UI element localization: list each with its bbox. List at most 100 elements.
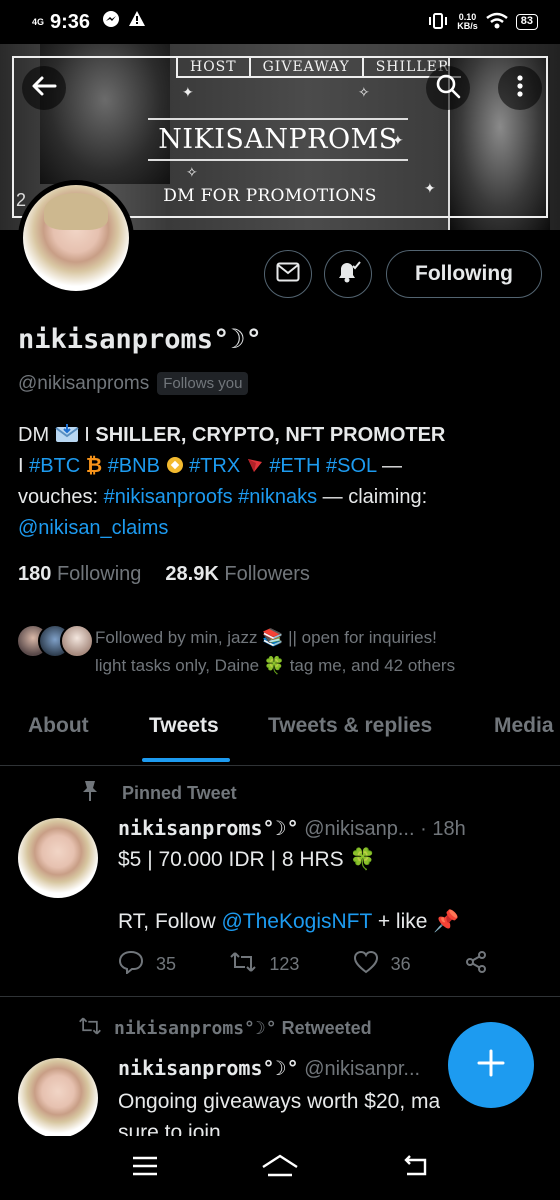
mention-link[interactable]: @TheKogisNFT	[221, 910, 371, 933]
sparkle-icon: ✧	[186, 164, 198, 180]
tab-about[interactable]: About	[28, 700, 89, 752]
reply-icon	[118, 950, 144, 979]
following-button[interactable]: Following	[386, 250, 542, 298]
home-button[interactable]	[260, 1153, 300, 1184]
like-count: 36	[390, 954, 411, 974]
envelope-emoji-icon	[55, 424, 85, 446]
tab-tweets[interactable]: Tweets	[149, 700, 219, 752]
tweet-text: $5 | 70.000 IDR | 8 HRS 🍀 RT, Follow @Th…	[118, 844, 459, 937]
handle-row: @nikisanproms Follows you	[18, 372, 249, 395]
share-button[interactable]	[464, 950, 488, 979]
bio-dash: —	[381, 455, 402, 477]
back-button[interactable]	[22, 66, 66, 110]
followers-stat[interactable]: 28.9K Followers	[165, 563, 310, 586]
banner-title: NIKISANPROMS	[148, 118, 408, 161]
following-label: Following	[56, 563, 142, 585]
search-button[interactable]	[426, 66, 470, 110]
banner-tab-giveaway: GIVEAWAY	[248, 56, 362, 76]
message-button[interactable]	[264, 250, 312, 298]
hashtag-btc[interactable]: #BTC	[29, 455, 80, 477]
notifications-button[interactable]	[324, 250, 372, 298]
tweet-header: nikisanproms°☽° @nikisanpr...	[118, 1056, 420, 1081]
banner-subtitle: DM FOR PROMOTIONS	[163, 186, 377, 206]
compose-tweet-button[interactable]	[448, 1022, 534, 1108]
network-indicator: 4G	[32, 16, 45, 27]
search-icon	[435, 73, 461, 104]
tweet-author-name[interactable]: nikisanproms°☽°	[118, 816, 299, 840]
tweet-line2-prefix: RT, Follow	[118, 910, 216, 933]
hashtag-eth[interactable]: #ETH	[269, 455, 320, 477]
bio-claiming-label: — claiming:	[322, 486, 428, 508]
menu-icon	[131, 1156, 159, 1181]
hashtag-bnb[interactable]: #BNB	[108, 455, 160, 477]
profile-stats: 180 Following 28.9K Followers	[18, 563, 310, 586]
bio-role: SHILLER, CRYPTO, NFT PROMOTER	[95, 424, 446, 446]
claims-mention-link[interactable]: @nikisan_claims	[18, 517, 168, 539]
follows-you-badge: Follows you	[157, 372, 249, 395]
back-icon	[401, 1154, 429, 1182]
net-speed: 0.10 KB/s	[457, 13, 478, 31]
retweeted-text: Retweeted	[281, 1018, 372, 1038]
bio-vouches-label: vouches:	[18, 486, 99, 508]
wifi-icon	[485, 12, 508, 33]
hashtag-niknaks[interactable]: #niknaks	[238, 486, 317, 508]
sparkle-icon: ✧	[358, 84, 370, 100]
active-tab-indicator	[142, 758, 230, 762]
tweet-line2: RT, Follow @TheKogisNFT + like 📌	[118, 906, 459, 937]
like-icon	[353, 950, 379, 979]
bnb-icon	[166, 455, 190, 477]
android-nav-bar	[0, 1136, 560, 1200]
hashtag-trx[interactable]: #TRX	[189, 455, 240, 477]
retweeted-label: nikisanproms°☽° Retweeted	[78, 1016, 372, 1041]
back-nav-button[interactable]	[401, 1154, 429, 1183]
tweet-author-handle: @nikisanpr...	[304, 1058, 421, 1080]
mail-icon	[276, 262, 300, 287]
avatar	[60, 624, 94, 658]
tweet-avatar[interactable]	[18, 818, 98, 898]
status-bar: 4G 9:36 0.10 KB/s 83	[0, 0, 560, 44]
retweet-icon	[229, 951, 257, 978]
profile-avatar[interactable]	[18, 180, 134, 296]
following-count: 180	[18, 563, 52, 585]
menu-button[interactable]	[131, 1155, 159, 1182]
sparkle-icon: ✦	[182, 84, 194, 100]
more-options-button[interactable]	[498, 66, 542, 110]
followers-count: 28.9K	[165, 563, 219, 585]
tweet-author-name[interactable]: nikisanproms°☽°	[118, 1056, 299, 1080]
profile-handle: @nikisanproms	[18, 372, 150, 394]
tweet-line1: Ongoing giveaways worth $20, ma	[118, 1090, 441, 1113]
followed-by-line2: light tasks only, Daine 🍀 tag me, and 42…	[95, 656, 456, 675]
tweet-header: nikisanproms°☽° @nikisanp... · 18h	[118, 816, 466, 841]
tweet-text: Ongoing giveaways worth $20, ma sure to …	[118, 1086, 440, 1136]
hashtag-sol[interactable]: #SOL	[326, 455, 376, 477]
like-button[interactable]: 36	[353, 950, 411, 979]
compose-plus-icon	[476, 1048, 506, 1083]
bell-icon	[334, 258, 362, 291]
avatar-image	[23, 185, 129, 291]
tab-media[interactable]: Media	[494, 700, 554, 752]
tweet-author-handle: @nikisanp...	[304, 818, 415, 840]
followed-by-avatars[interactable]	[16, 624, 94, 658]
tweet-line1: $5 | 70.000 IDR | 8 HRS 🍀	[118, 848, 376, 871]
hashtag-nikisanproofs[interactable]: #nikisanproofs	[104, 486, 233, 508]
pinned-label: Pinned Tweet	[80, 780, 237, 807]
back-arrow-icon	[31, 75, 57, 102]
retweet-button[interactable]: 123	[229, 950, 299, 979]
tweet-line2: sure to join	[118, 1121, 221, 1136]
messenger-icon	[102, 10, 120, 34]
tab-tweets-replies[interactable]: Tweets & replies	[268, 700, 432, 752]
profile-tabs: About Tweets Tweets & replies Media	[0, 700, 560, 766]
followed-by-line1: Followed by min, jazz 📚 || open for inqu…	[95, 628, 437, 647]
following-stat[interactable]: 180 Following	[18, 563, 141, 586]
followed-by-text[interactable]: Followed by min, jazz 📚 || open for inqu…	[95, 624, 545, 680]
clock: 9:36	[50, 10, 91, 33]
followers-label: Followers	[224, 563, 310, 585]
bitcoin-icon: ₿	[85, 455, 103, 477]
vibrate-icon	[427, 12, 449, 33]
warning-icon	[128, 10, 146, 34]
share-icon	[464, 950, 488, 979]
reply-button[interactable]: 35	[118, 950, 176, 979]
tweet-avatar[interactable]	[18, 1058, 98, 1138]
banner-tab-host: HOST	[176, 56, 249, 76]
retweet-icon	[78, 1016, 102, 1041]
